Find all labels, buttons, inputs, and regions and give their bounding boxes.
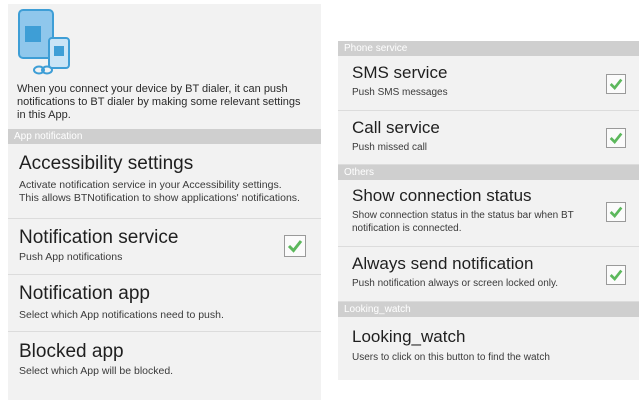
show-connection-status-checkbox[interactable] (606, 202, 626, 222)
intro-description: When you connect your device by BT diale… (17, 83, 301, 121)
intro-panel: When you connect your device by BT diale… (8, 4, 321, 129)
sms-service-checkbox[interactable] (606, 74, 626, 94)
notification-app-item[interactable]: Notification app Select which App notifi… (8, 275, 321, 332)
checkmark-icon (609, 78, 623, 91)
sms-service-title: SMS service (352, 63, 448, 82)
right-settings-screen: Phone service SMS service Push SMS messa… (338, 41, 639, 380)
call-service-checkbox[interactable] (606, 128, 626, 148)
looking-watch-summary: Users to click on this button to find th… (352, 352, 550, 363)
accessibility-settings-summary: Activate notification service in your Ac… (19, 179, 300, 204)
checkmark-icon (609, 269, 623, 282)
devices-link-icon (17, 8, 72, 82)
blocked-app-summary: Select which App will be blocked. (19, 365, 174, 377)
section-header-phone-service: Phone service (338, 41, 639, 56)
call-service-summary: Push missed call (352, 142, 428, 153)
always-send-notification-title: Always send notification (352, 254, 534, 273)
checkmark-icon (287, 240, 303, 253)
section-header-looking-watch: Looking_watch (338, 302, 639, 317)
notification-app-summary: Select which App notifications need to p… (19, 309, 224, 321)
notification-service-summary: Push App notifications (19, 251, 123, 263)
sms-service-item[interactable]: SMS service Push SMS messages (338, 56, 639, 111)
notification-app-title: Notification app (19, 283, 150, 304)
call-service-title: Call service (352, 118, 440, 137)
always-send-notification-summary: Push notification always or screen locke… (352, 278, 559, 289)
section-header-others: Others (338, 165, 639, 180)
notification-service-checkbox[interactable] (284, 235, 306, 257)
blocked-app-title: Blocked app (19, 341, 124, 362)
accessibility-settings-title: Accessibility settings (19, 153, 194, 174)
always-send-notification-checkbox[interactable] (606, 265, 626, 285)
show-connection-status-title: Show connection status (352, 186, 532, 205)
left-settings-screen: When you connect your device by BT diale… (8, 4, 321, 400)
blocked-app-item[interactable]: Blocked app Select which App will be blo… (8, 332, 321, 392)
notification-service-item[interactable]: Notification service Push App notificati… (8, 219, 321, 275)
looking-watch-item[interactable]: Looking_watch Users to click on this but… (338, 317, 639, 380)
checkmark-icon (609, 206, 623, 219)
always-send-notification-item[interactable]: Always send notification Push notificati… (338, 247, 639, 302)
show-connection-status-summary: Show connection status in the status bar… (352, 210, 574, 234)
show-connection-status-item[interactable]: Show connection status Show connection s… (338, 180, 639, 247)
notification-service-title: Notification service (19, 227, 179, 248)
call-service-item[interactable]: Call service Push missed call (338, 111, 639, 165)
checkmark-icon (609, 132, 623, 145)
looking-watch-title: Looking_watch (352, 327, 466, 346)
section-header-app-notification: App notification (8, 129, 321, 144)
sms-service-summary: Push SMS messages (352, 87, 448, 98)
accessibility-settings-item[interactable]: Accessibility settings Activate notifica… (8, 144, 321, 219)
